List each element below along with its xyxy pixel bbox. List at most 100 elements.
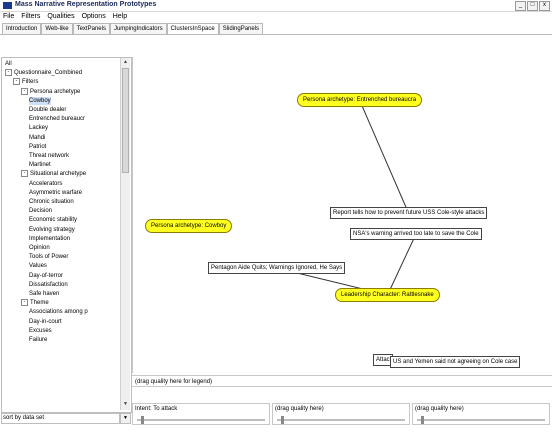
cluster-canvas[interactable]: Persona archetype: Entrenched bureaucra … (132, 57, 552, 373)
tree-item-label: Entrenched bureaucr (29, 116, 86, 123)
menu-qualities[interactable]: Qualities (47, 12, 74, 22)
slider-track[interactable] (137, 419, 265, 421)
menu-options[interactable]: Options (82, 12, 106, 22)
menu-filters[interactable]: Filters (21, 12, 40, 22)
tab-introduction[interactable]: Introduction (2, 23, 42, 34)
node-leadership-rattlesnake[interactable]: Leadership Character: Rattlesnake (335, 288, 440, 302)
title-bar: Mass Narrative Representation Prototypes… (0, 0, 552, 12)
slider-track[interactable] (417, 419, 545, 421)
app-icon (3, 2, 12, 9)
tree-item[interactable]: Cowboy (29, 96, 51, 105)
tree-item[interactable]: Decision (29, 207, 52, 215)
tree-item[interactable]: All (5, 60, 12, 68)
tree-item[interactable]: Patriot (29, 143, 46, 151)
tree-expander-icon[interactable]: - (21, 170, 28, 178)
tree-item[interactable]: Safe haven (29, 290, 59, 298)
tree-item[interactable]: Implementation (29, 235, 70, 243)
tree-item[interactable]: - Filters (13, 78, 38, 86)
tree-expander-icon[interactable]: - (5, 69, 12, 77)
tab-clusters-in-space[interactable]: ClustersInSpace (166, 23, 219, 34)
minimize-button[interactable]: _ (515, 1, 526, 11)
tree-item[interactable]: Lackey (29, 124, 48, 132)
sort-select[interactable]: sort by data set (1, 413, 120, 424)
quality-slot-2[interactable]: (drag quality here) (272, 403, 410, 425)
tree-item-label: All (5, 61, 12, 67)
scroll-up-icon[interactable]: ▲ (122, 59, 129, 66)
tree-item[interactable]: Failure (29, 336, 47, 344)
tab-bar: Introduction Web-like TextPanels Jumping… (0, 23, 552, 35)
tree-item-label: Double dealer (29, 107, 67, 113)
tree-item-label: Chronic situation (29, 199, 74, 205)
tab-web-like[interactable]: Web-like (41, 23, 73, 34)
tree-expander-icon[interactable]: - (21, 87, 28, 95)
tree-item[interactable]: Opinion (29, 244, 50, 252)
tree-scrollbar[interactable]: ▲ ▼ (120, 58, 130, 410)
tab-text-panels[interactable]: TextPanels (72, 23, 110, 34)
tree-item-label: Excuses (29, 327, 52, 334)
node-report-uss-cole[interactable]: Report tells how to prevent future USS C… (330, 207, 488, 219)
edge-line (387, 233, 417, 296)
slider-handle[interactable] (141, 416, 144, 424)
node-us-yemen[interactable]: US and Yemen said not agreeing on Cole c… (390, 356, 521, 368)
quality-slot-label: (drag quality here) (415, 406, 464, 412)
tree-item[interactable]: Entrenched bureaucr (29, 115, 85, 123)
node-persona-cowboy[interactable]: Persona archetype: Cowboy (145, 219, 233, 233)
tree-item[interactable]: Martinet (29, 161, 51, 169)
scroll-down-icon[interactable]: ▼ (122, 401, 129, 408)
tree-item-label: Persona archetype (30, 88, 81, 95)
tree-item[interactable]: Associations among p (29, 308, 88, 316)
quality-slot-label: Intent: To attack (135, 406, 178, 412)
tree-item-label: Questionnaire_Combined (14, 70, 83, 77)
tree-item[interactable]: - Theme (21, 299, 49, 307)
tree-expander-icon[interactable]: - (13, 78, 20, 86)
close-button[interactable]: x (539, 1, 550, 11)
tree-item-label: Day-of-terror (29, 272, 64, 279)
tree-item[interactable]: Tools of Power (29, 253, 68, 261)
quality-slot-1[interactable]: Intent: To attack (132, 403, 270, 425)
tab-sliding-panels[interactable]: SlidingPanels (218, 23, 264, 34)
tree-item[interactable]: Chronic situation (29, 198, 74, 206)
tree-item[interactable]: Economic stability (29, 216, 77, 224)
filter-tree[interactable]: ▲ ▼ All - Questionnaire_Combined - Filters - P… (1, 57, 132, 413)
tree-item-label: Accelerators (29, 180, 63, 187)
tree-item[interactable]: Excuses (29, 327, 52, 335)
tree-item[interactable]: - Persona archetype (21, 87, 81, 96)
scroll-thumb[interactable] (122, 68, 129, 173)
tree-item[interactable]: Evolving strategy (29, 226, 75, 234)
menu-help[interactable]: Help (113, 12, 127, 22)
tree-item-label: Mahdi (29, 134, 46, 141)
node-nsa-warning[interactable]: NSA's warning arrived too late to save t… (350, 228, 482, 240)
slider-track[interactable] (277, 419, 405, 421)
tree-item[interactable]: Day-of-terror (29, 272, 63, 280)
tree-item-label: Day-in-court (29, 318, 62, 325)
tree-item[interactable]: Accelerators (29, 180, 62, 188)
maximize-button[interactable]: □ (527, 1, 538, 11)
tree-item[interactable]: Double dealer (29, 106, 66, 114)
menu-file[interactable]: File (3, 12, 14, 22)
tree-item-label: Economic stability (29, 217, 78, 224)
window-controls: _ □ x (515, 1, 550, 11)
slider-handle[interactable] (281, 416, 284, 424)
tree-item[interactable]: Dissatisfaction (29, 281, 68, 289)
quality-slot-3[interactable]: (drag quality here) (412, 403, 550, 425)
legend-drop-zone[interactable]: (drag quality here for legend) (132, 375, 552, 387)
tree-item[interactable]: Asymmetric warfare (29, 189, 82, 197)
window-title: Mass Narrative Representation Prototypes (15, 1, 157, 8)
menu-bar: File Filters Qualities Options Help (0, 12, 552, 22)
node-pentagon-aide[interactable]: Pentagon Aide Quits; Warnings Ignored, H… (208, 262, 346, 274)
tab-jumping-indicators[interactable]: JumpingIndicators (109, 23, 167, 34)
tree-item-label: Threat network (29, 153, 70, 159)
tree-item[interactable]: Values (29, 262, 47, 270)
tree-item[interactable]: Threat network (29, 152, 69, 160)
tree-item[interactable]: Day-in-court (29, 318, 62, 326)
tree-item[interactable]: - Questionnaire_Combined (5, 69, 82, 77)
chevron-down-icon[interactable]: ▼ (120, 413, 131, 424)
tree-expander-icon[interactable]: - (21, 299, 28, 307)
tree-item-label: Tools of Power (29, 254, 69, 261)
tree-item[interactable]: - Situational archetype (21, 170, 86, 178)
tree-item[interactable]: Mahdi (29, 134, 45, 142)
slider-handle[interactable] (421, 416, 424, 424)
tree-item-label: Evolving strategy (29, 226, 75, 233)
quality-slot-label: (drag quality here) (275, 406, 324, 412)
node-persona-entrenched[interactable]: Persona archetype: Entrenched bureaucra (297, 93, 423, 107)
